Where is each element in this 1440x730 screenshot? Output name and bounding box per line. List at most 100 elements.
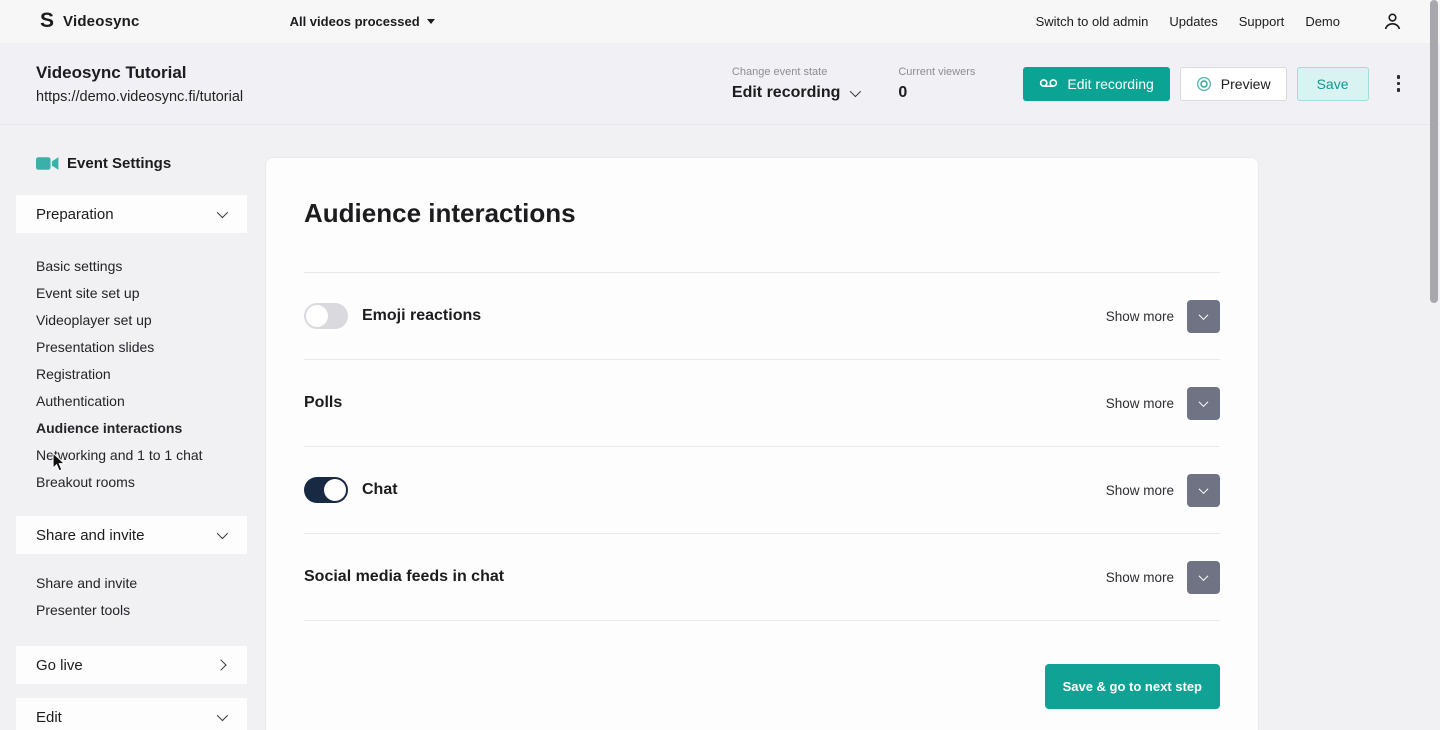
sidebar-item-networking-1to1-chat[interactable]: Networking and 1 to 1 chat: [36, 442, 247, 469]
sidebar-group-edit[interactable]: Edit: [16, 698, 247, 730]
preview-button[interactable]: Preview: [1180, 67, 1287, 101]
brand-logo[interactable]: S Videosync: [40, 11, 140, 32]
expand-row-button[interactable]: [1187, 474, 1220, 507]
show-more-link[interactable]: Show more: [1106, 309, 1174, 324]
event-title-block: Videosync Tutorial https://demo.videosyn…: [36, 63, 243, 105]
toggle-knob: [306, 305, 328, 327]
event-url[interactable]: https://demo.videosync.fi/tutorial: [36, 89, 243, 105]
share-invite-items: Share and invite Presenter tools: [16, 570, 247, 624]
recording-reel-icon: [1039, 78, 1058, 89]
videos-processed-dropdown[interactable]: All videos processed: [290, 14, 435, 29]
current-viewers-label: Current viewers: [898, 66, 975, 78]
show-more-link[interactable]: Show more: [1106, 483, 1174, 498]
chevron-down-icon: [217, 207, 228, 218]
preview-disc-icon: [1196, 76, 1212, 92]
event-state-label: Change event state: [732, 66, 858, 78]
feature-row-social-media-feeds: Social media feeds in chat Show more: [304, 534, 1220, 621]
chevron-down-icon: [1199, 571, 1209, 581]
panel-title-wrap: Audience interactions: [304, 158, 1220, 273]
row-left: Chat: [304, 477, 398, 503]
demo-link[interactable]: Demo: [1305, 14, 1340, 29]
row-label: Social media feeds in chat: [304, 568, 504, 586]
sidebar-title: Event Settings: [16, 155, 247, 172]
show-more-link[interactable]: Show more: [1106, 570, 1174, 585]
sidebar-group-share-invite[interactable]: Share and invite: [16, 516, 247, 554]
caret-down-icon: [427, 19, 435, 24]
chat-toggle[interactable]: [304, 477, 348, 503]
sidebar-item-breakout-rooms[interactable]: Breakout rooms: [36, 469, 247, 496]
edit-recording-button[interactable]: Edit recording: [1023, 67, 1169, 101]
row-left: Polls: [304, 394, 342, 412]
sidebar-item-authentication[interactable]: Authentication: [36, 388, 247, 415]
settings-sidebar: Event Settings Preparation Basic setting…: [16, 125, 247, 730]
sidebar-item-videoplayer-setup[interactable]: Videoplayer set up: [36, 307, 247, 334]
show-more-link[interactable]: Show more: [1106, 396, 1174, 411]
feature-row-chat: Chat Show more: [304, 447, 1220, 534]
event-title: Videosync Tutorial: [36, 63, 243, 83]
feature-row-emoji-reactions: Emoji reactions Show more: [304, 273, 1220, 360]
row-left: Emoji reactions: [304, 303, 481, 329]
group-label: Edit: [36, 709, 62, 726]
sidebar-group-go-live[interactable]: Go live: [16, 646, 247, 684]
expand-row-button[interactable]: [1187, 387, 1220, 420]
event-state-value: Edit recording: [732, 84, 840, 102]
emoji-reactions-toggle[interactable]: [304, 303, 348, 329]
more-options-kebab-icon[interactable]: [1393, 71, 1405, 96]
sidebar-title-label: Event Settings: [67, 155, 171, 172]
group-label: Preparation: [36, 206, 114, 223]
row-right: Show more: [1106, 300, 1220, 333]
user-account-icon[interactable]: [1383, 12, 1402, 31]
sidebar-item-presentation-slides[interactable]: Presentation slides: [36, 334, 247, 361]
save-and-next-step-button[interactable]: Save & go to next step: [1045, 664, 1220, 709]
row-label: Chat: [362, 481, 398, 499]
switch-old-admin-link[interactable]: Switch to old admin: [1036, 14, 1149, 29]
save-label: Save: [1317, 76, 1349, 92]
row-right: Show more: [1106, 387, 1220, 420]
brand-name: Videosync: [63, 13, 140, 30]
panel-footer: Save & go to next step: [304, 621, 1220, 730]
videos-processed-label: All videos processed: [290, 14, 420, 29]
header-buttons: Edit recording Preview Save: [1023, 67, 1404, 101]
sidebar-item-share-and-invite[interactable]: Share and invite: [36, 570, 247, 597]
support-link[interactable]: Support: [1239, 14, 1285, 29]
row-label: Polls: [304, 394, 342, 412]
current-viewers-count: 0: [898, 84, 975, 102]
edit-recording-label: Edit recording: [1067, 76, 1153, 92]
chevron-down-icon: [217, 528, 228, 539]
chevron-down-icon: [1199, 310, 1209, 320]
row-label: Emoji reactions: [362, 307, 481, 325]
feature-row-polls: Polls Show more: [304, 360, 1220, 447]
chevron-right-icon: [215, 659, 226, 670]
sidebar-item-registration[interactable]: Registration: [36, 361, 247, 388]
event-state-dropdown[interactable]: Edit recording: [732, 84, 858, 102]
preview-label: Preview: [1221, 76, 1271, 92]
sidebar-group-preparation[interactable]: Preparation: [16, 195, 247, 233]
video-camera-icon: [36, 156, 59, 171]
expand-row-button[interactable]: [1187, 300, 1220, 333]
sidebar-item-event-site-setup[interactable]: Event site set up: [36, 280, 247, 307]
sidebar-item-basic-settings[interactable]: Basic settings: [36, 253, 247, 280]
row-right: Show more: [1106, 561, 1220, 594]
row-left: Social media feeds in chat: [304, 568, 504, 586]
event-state-block: Change event state Edit recording: [732, 66, 858, 102]
top-links: Switch to old admin Updates Support Demo: [1036, 12, 1402, 31]
event-header: Videosync Tutorial https://demo.videosyn…: [0, 43, 1440, 125]
group-label: Share and invite: [36, 527, 144, 544]
chevron-down-icon: [217, 710, 228, 721]
sidebar-item-audience-interactions[interactable]: Audience interactions: [36, 415, 247, 442]
page-scrollbar-thumb[interactable]: [1430, 0, 1438, 303]
audience-interactions-panel: Audience interactions Emoji reactions Sh…: [265, 157, 1259, 730]
preparation-items: Basic settings Event site set up Videopl…: [16, 253, 247, 496]
toggle-knob: [324, 479, 346, 501]
updates-link[interactable]: Updates: [1169, 14, 1217, 29]
save-button[interactable]: Save: [1297, 67, 1369, 101]
row-right: Show more: [1106, 474, 1220, 507]
page-title: Audience interactions: [304, 198, 1220, 272]
sidebar-item-presenter-tools[interactable]: Presenter tools: [36, 597, 247, 624]
chevron-down-icon: [1199, 484, 1209, 494]
expand-row-button[interactable]: [1187, 561, 1220, 594]
chevron-down-icon: [850, 85, 861, 96]
chevron-down-icon: [1199, 397, 1209, 407]
page-body: Event Settings Preparation Basic setting…: [0, 125, 1440, 730]
videosync-s-logo-icon: S: [40, 10, 54, 31]
